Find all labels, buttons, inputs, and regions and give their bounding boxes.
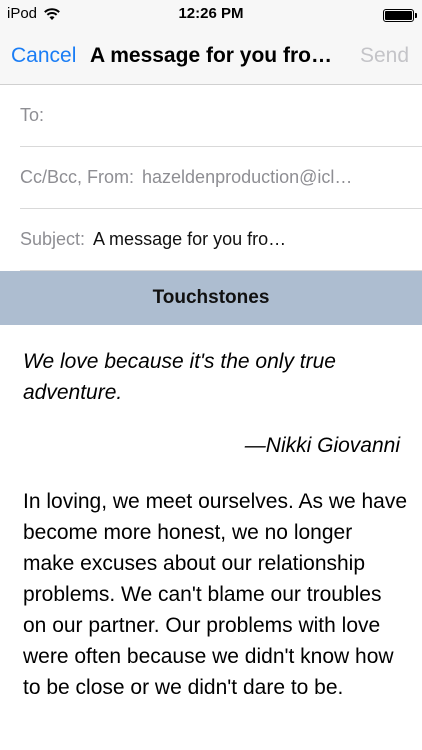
nav-title: A message for you fro… (90, 44, 332, 67)
status-time: 12:26 PM (178, 5, 244, 22)
from-value: hazeldenproduction@icl… (142, 167, 353, 187)
status-bar: iPod 12:26 PM (0, 0, 422, 30)
subject-label: Subject: (20, 229, 86, 249)
message-body[interactable]: In loving, we meet ourselves. As we have… (23, 486, 408, 703)
cc-bcc-from-label: Cc/Bcc, From: (20, 167, 135, 187)
to-label: To: (20, 105, 45, 125)
touchstones-header: Touchstones (0, 271, 422, 325)
subject-value: A message for you fro… (93, 229, 287, 249)
subject-field[interactable]: Subject: A message for you fro… (20, 209, 422, 271)
nav-bar: Cancel A message for you fro… Send (0, 30, 422, 85)
send-button[interactable]: Send (360, 44, 409, 68)
cancel-button[interactable]: Cancel (11, 44, 76, 68)
quote-attribution[interactable]: —Nikki Giovanni (245, 434, 400, 458)
battery-icon (383, 9, 417, 22)
quote-text[interactable]: We love because it's the only true adven… (23, 346, 403, 408)
cc-bcc-from-field[interactable]: Cc/Bcc, From: hazeldenproduction@icl… (20, 147, 422, 209)
to-field[interactable]: To: (20, 85, 422, 147)
